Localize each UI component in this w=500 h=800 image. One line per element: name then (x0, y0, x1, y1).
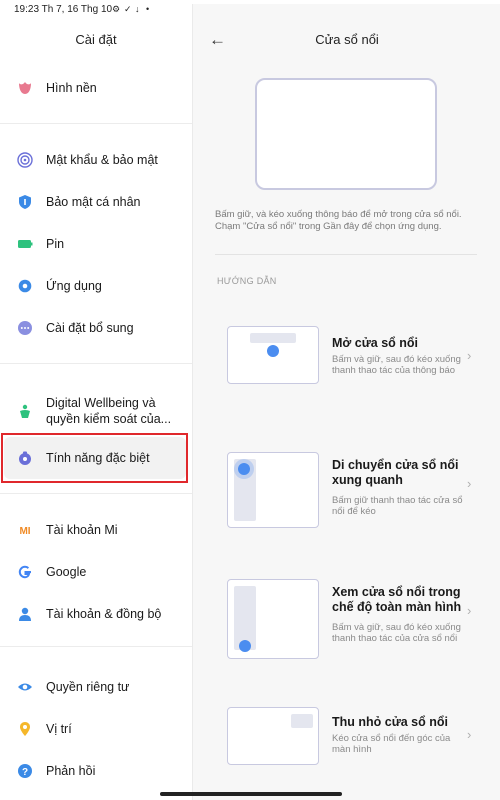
guide-card-open[interactable]: Mở cửa sổ nổi Bấm và giữ, sau đó kéo xuố… (193, 324, 500, 394)
wellbeing-icon (16, 402, 34, 420)
settings-item-wallpaper[interactable]: Hình nền (4, 78, 186, 98)
settings-item-apps[interactable]: Ứng dụng (4, 276, 186, 296)
guide-card-title: Di chuyển cửa sổ nổi xung quanh (332, 458, 459, 487)
eye-icon (16, 678, 34, 696)
settings-item-label: Mật khẩu & bảo mật (46, 153, 158, 167)
settings-item-additional[interactable]: Cài đặt bổ sung (4, 318, 186, 338)
chevron-right-icon: › (467, 348, 472, 363)
guide-card-minimize[interactable]: Thu nhỏ cửa sổ nổi Kéo cửa sổ nổi đến gó… (193, 705, 500, 771)
settings-item-label: Quyền riêng tư (46, 680, 130, 694)
settings-item-password-security[interactable]: Mật khẩu & bảo mật (4, 150, 186, 170)
divider (0, 646, 192, 647)
guide-thumbnail (227, 707, 319, 765)
divider (0, 123, 192, 124)
settings-title: Cài đặt (75, 32, 117, 47)
status-time: 19:23 Th 7, 16 Thg 10 (14, 4, 113, 15)
floating-window-preview (255, 78, 437, 190)
highlight-box (1, 433, 188, 483)
guide-card-desc: Bấm và giữ, sau đó kéo xuống thanh thao … (332, 622, 461, 644)
settings-item-label: Hình nền (46, 81, 97, 95)
settings-item-digital-wellbeing[interactable]: Digital Wellbeing và quyền kiểm soát của… (4, 393, 186, 429)
fingerprint-icon (16, 151, 34, 169)
settings-item-label: Ứng dụng (46, 279, 102, 293)
minimized-window-shape (291, 714, 313, 728)
floating-window-hint: Bấm giữ, và kéo xuống thông báo để mở tr… (215, 209, 462, 232)
settings-item-label: Tài khoản & đồng bộ (46, 607, 162, 621)
guide-card-title: Xem cửa sổ nổi trong chế độ toàn màn hìn… (332, 585, 462, 614)
notification-bar (250, 333, 296, 343)
gear-icon: ⚙ (112, 4, 121, 14)
settings-panel: Cài đặt Hình nền Mật khẩu & bảo mật Bảo … (0, 20, 192, 800)
guide-card-move[interactable]: Di chuyển cửa sổ nổi xung quanh Bấm giữ … (193, 450, 500, 530)
touch-dot (239, 640, 251, 652)
guide-thumbnail (227, 326, 319, 384)
guide-card-title: Thu nhỏ cửa sổ nổi (332, 715, 448, 729)
divider (215, 254, 477, 255)
check-icon: ✓ (124, 4, 132, 14)
section-header: HƯỚNG DẪN (217, 276, 277, 286)
settings-item-label: Bảo mật cá nhân (46, 195, 141, 209)
touch-dot (238, 463, 250, 475)
settings-item-privacy-protection[interactable]: Bảo mật cá nhân (4, 192, 186, 212)
settings-item-battery[interactable]: Pin (4, 234, 186, 254)
settings-item-mi-account[interactable]: MI Tài khoản Mi (4, 520, 186, 540)
divider (0, 493, 192, 494)
settings-item-label: Tài khoản Mi (46, 523, 118, 537)
notification-dot-icon: • (146, 4, 150, 14)
settings-item-privacy[interactable]: Quyền riêng tư (4, 677, 186, 697)
settings-item-feedback[interactable]: ? Phản hồi (4, 761, 186, 781)
home-indicator[interactable] (160, 792, 342, 796)
svg-text:MI: MI (19, 526, 30, 537)
settings-item-label: Vị trí (46, 722, 72, 736)
floating-window-panel: ← Cửa sổ nổi Bấm giữ, và kéo xuống thông… (192, 20, 500, 800)
location-icon (16, 720, 34, 738)
settings-item-label: Cài đặt bổ sung (46, 321, 134, 335)
svg-text:?: ? (22, 767, 28, 778)
guide-card-desc: Bấm và giữ, sau đó kéo xuống thanh thao … (332, 354, 461, 376)
shield-icon (16, 193, 34, 211)
guide-card-desc: Bấm giữ thanh thao tác cửa sổ nổi để kéo (332, 495, 463, 517)
more-icon (16, 319, 34, 337)
page-title: Cửa sổ nổi (315, 32, 379, 47)
guide-card-title: Mở cửa sổ nổi (332, 336, 419, 350)
guide-card-desc: Kéo cửa sổ nổi đến góc của màn hình (332, 733, 451, 755)
touch-dot (267, 345, 279, 357)
settings-item-location[interactable]: Vị trí (4, 719, 186, 739)
divider (0, 363, 192, 364)
battery-icon (16, 235, 34, 253)
guide-thumbnail (227, 579, 319, 659)
gear-icon (16, 277, 34, 295)
download-icon: ↓ (135, 4, 140, 14)
chevron-right-icon: › (467, 476, 472, 491)
settings-item-label: Phản hồi (46, 764, 96, 778)
account-icon (16, 605, 34, 623)
settings-item-google[interactable]: Google (4, 562, 186, 582)
settings-item-accounts-sync[interactable]: Tài khoản & đồng bộ (4, 604, 186, 624)
chevron-right-icon: › (467, 603, 472, 618)
status-bar: 19:23 Th 7, 16 Thg 10 ⚙ ✓ ↓ • 50 (0, 0, 500, 784)
mi-icon: MI (16, 521, 34, 539)
chevron-right-icon: › (467, 727, 472, 742)
google-icon (16, 563, 34, 581)
settings-item-label: Pin (46, 237, 65, 251)
wallpaper-icon (16, 79, 34, 97)
settings-item-label: Digital Wellbeing và quyền kiểm soát của… (46, 396, 172, 426)
help-icon: ? (16, 762, 34, 780)
guide-card-fullscreen[interactable]: Xem cửa sổ nổi trong chế độ toàn màn hìn… (193, 577, 500, 659)
settings-item-label: Google (46, 565, 87, 579)
guide-thumbnail (227, 452, 319, 528)
